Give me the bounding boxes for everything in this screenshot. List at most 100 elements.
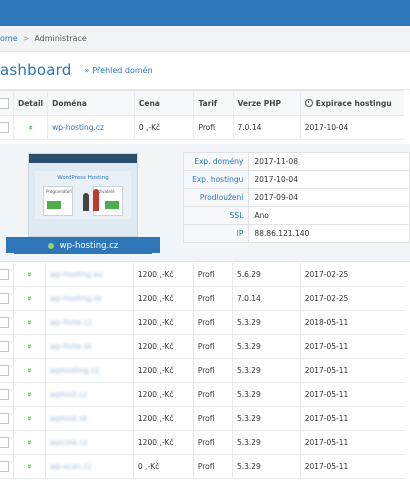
- row-checkbox[interactable]: [0, 122, 9, 133]
- domain-link[interactable]: wp-scan.cz: [50, 462, 91, 471]
- php-cell: 5.3.29: [232, 406, 301, 431]
- domain-link[interactable]: wphost.cz: [50, 390, 88, 399]
- domain-link[interactable]: wp-forte.sk: [50, 342, 92, 351]
- expand-detail-cell: »: [13, 454, 46, 479]
- domain-link[interactable]: wp-forte.cz: [50, 318, 92, 327]
- plan-cell: Profi: [193, 334, 233, 359]
- table-row[interactable]: » wp-scan.cz 0 ,-Kč Profi 5.3.29 2017-05…: [0, 454, 404, 479]
- domain-link[interactable]: wphost.sk: [50, 414, 88, 423]
- domain-link[interactable]: wphosting.cz: [50, 366, 99, 375]
- info-value: Ano: [248, 206, 410, 225]
- chevron-down-icon[interactable]: »: [25, 344, 34, 349]
- plan-cell: Profi: [193, 382, 233, 407]
- chevron-down-icon[interactable]: »: [25, 272, 34, 277]
- col-domain[interactable]: Doména: [47, 90, 135, 116]
- row-checkbox[interactable]: [0, 269, 9, 280]
- screenshot-button-left: [47, 201, 61, 209]
- chevron-down-icon[interactable]: »: [25, 392, 34, 397]
- table-row[interactable]: » wphost.cz 1200 ,-Kč Profi 5.3.29 2017-…: [0, 382, 404, 407]
- table-row[interactable]: » wp-forte.cz 1200 ,-Kč Profi 5.3.29 201…: [0, 310, 404, 335]
- row-checkbox-cell: [0, 454, 14, 479]
- price-cell: 1200 ,-Kč: [133, 286, 194, 311]
- breadcrumb-home-link[interactable]: ome: [0, 34, 18, 43]
- php-cell: 5.6.29: [232, 263, 301, 287]
- chevron-up-icon[interactable]: »: [26, 125, 35, 130]
- domain-cell: wphost.sk: [45, 406, 134, 431]
- php-cell: 7.0.14: [233, 115, 301, 140]
- row-checkbox[interactable]: [0, 413, 9, 424]
- php-cell: 5.3.29: [232, 358, 301, 383]
- php-cell: 7.0.14: [232, 286, 301, 311]
- screenshot-hero: WordPress Hosting Programátoři Uživatelé: [35, 171, 131, 219]
- table-row[interactable]: » wphost.sk 1200 ,-Kč Profi 5.3.29 2017-…: [0, 406, 404, 431]
- price-cell: 0 ,-Kč: [133, 454, 194, 479]
- subtitle-arrow-icon: »: [84, 65, 90, 75]
- chevron-down-icon[interactable]: »: [25, 296, 34, 301]
- table-row-expanded[interactable]: » wp-hosting.cz 0 ,-Kč Profi 7.0.14 2017…: [0, 115, 404, 140]
- table-row[interactable]: » wp-hosting.sk 1200 ,-Kč Profi 7.0.14 2…: [0, 286, 404, 311]
- plan-cell: Profi: [193, 406, 233, 431]
- info-row: Exp. domény 2017-11-08: [182, 152, 410, 171]
- select-all-cell: [0, 90, 14, 116]
- screenshot-button-right: [105, 201, 119, 209]
- domain-link[interactable]: wp-hosting.sk: [50, 294, 102, 303]
- domain-link[interactable]: wpcore.cz: [50, 438, 88, 447]
- table-row[interactable]: » wpcore.cz 1200 ,-Kč Profi 5.3.29 2017-…: [0, 430, 404, 455]
- domain-link[interactable]: wp-hosting.eu: [50, 270, 103, 279]
- chevron-down-icon[interactable]: »: [25, 368, 34, 373]
- row-checkbox-cell: [0, 286, 14, 311]
- php-cell: 5.3.29: [232, 334, 301, 359]
- page-title: ashboard: [0, 61, 72, 79]
- domains-table: Detail Doména Cena Tarif Verze PHP Expir…: [0, 90, 404, 140]
- price-cell: 1200 ,-Kč: [133, 430, 194, 455]
- clock-icon: [304, 98, 313, 107]
- ribbon-label: wp-hosting.cz: [59, 240, 119, 251]
- screenshot-left-label: Programátoři: [46, 189, 73, 194]
- table-row[interactable]: » wp-hosting.eu 1200 ,-Kč Profi 5.6.29 2…: [0, 263, 404, 287]
- info-key: IP: [182, 224, 250, 243]
- row-checkbox-cell: [0, 334, 14, 359]
- expiry-cell: 2017-05-11: [300, 454, 404, 479]
- price-cell: 1200 ,-Kč: [133, 334, 194, 359]
- row-checkbox[interactable]: [0, 341, 9, 352]
- col-detail[interactable]: Detail: [13, 90, 49, 116]
- domain-info-table: Exp. domény 2017-11-08 Exp. hostingu 2017-…: [182, 152, 410, 243]
- row-checkbox[interactable]: [0, 389, 9, 400]
- plan-cell: Profi: [193, 454, 233, 479]
- domain-link[interactable]: wp-hosting.cz: [52, 123, 104, 132]
- row-checkbox[interactable]: [0, 317, 9, 328]
- table-row[interactable]: » wphosting.cz 1200 ,-Kč Profi 5.3.29 20…: [0, 358, 404, 383]
- info-row: IP 88.86.121.140: [182, 224, 410, 243]
- col-expiry[interactable]: Expirace hostingu: [300, 90, 404, 116]
- row-checkbox[interactable]: [0, 437, 9, 448]
- col-price[interactable]: Cena: [134, 90, 195, 116]
- chevron-down-icon[interactable]: »: [25, 440, 34, 445]
- info-key: Exp. hostingu: [182, 170, 250, 189]
- php-cell: 5.3.29: [232, 430, 301, 455]
- price-cell: 0 ,-Kč: [134, 115, 195, 140]
- row-checkbox-cell: [0, 358, 14, 383]
- screenshot-figure-woman: [93, 189, 99, 211]
- domain-cell: wphosting.cz: [45, 358, 134, 383]
- expiry-cell: 2017-05-11: [300, 382, 404, 407]
- col-plan[interactable]: Tarif: [193, 90, 234, 116]
- table-header-row: Detail Doména Cena Tarif Verze PHP Expir…: [0, 90, 404, 116]
- screenshot-navbar: [29, 154, 137, 163]
- row-checkbox[interactable]: [0, 365, 9, 376]
- select-all-checkbox[interactable]: [0, 97, 9, 109]
- plan-cell: Profi: [193, 263, 233, 287]
- php-cell: 5.3.29: [232, 382, 301, 407]
- chevron-down-icon[interactable]: »: [25, 320, 34, 325]
- row-checkbox[interactable]: [0, 461, 9, 472]
- row-checkbox[interactable]: [0, 293, 9, 304]
- plan-cell: Profi: [193, 286, 233, 311]
- expiry-cell: 2017-02-25: [300, 286, 404, 311]
- expiry-cell: 2017-10-04: [300, 115, 404, 140]
- chevron-down-icon[interactable]: »: [25, 464, 34, 469]
- row-checkbox-cell: [0, 382, 14, 407]
- info-row: Exp. hostingu 2017-10-04: [182, 170, 410, 189]
- col-php[interactable]: Verze PHP: [233, 90, 301, 116]
- table-row[interactable]: » wp-forte.sk 1200 ,-Kč Profi 5.3.29 201…: [0, 334, 404, 359]
- chevron-down-icon[interactable]: »: [25, 416, 34, 421]
- expiry-cell: 2017-05-11: [300, 406, 404, 431]
